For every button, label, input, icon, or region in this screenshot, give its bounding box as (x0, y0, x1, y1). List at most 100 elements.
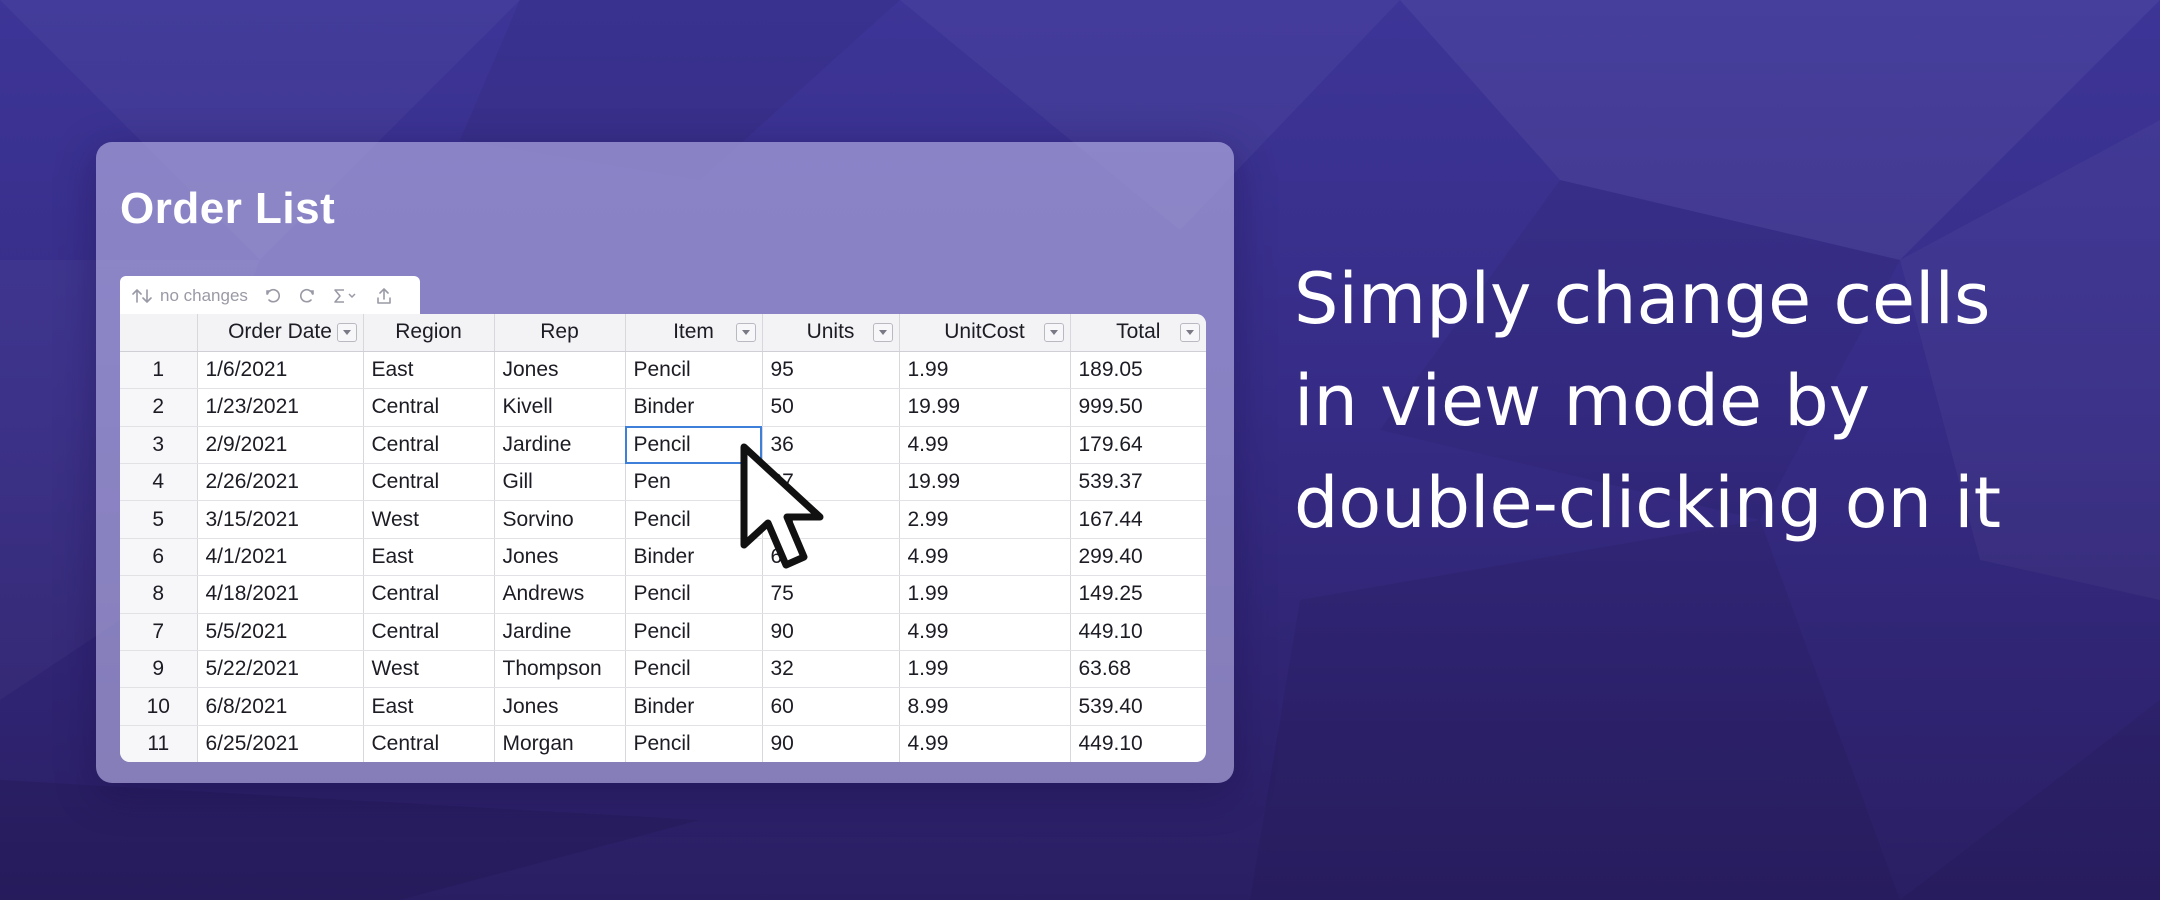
cell-rep[interactable]: Jones (494, 687, 626, 726)
column-header-item[interactable]: Item (625, 314, 763, 352)
cell-item[interactable]: Pencil (625, 575, 763, 614)
status-text: no changes (160, 286, 248, 305)
cell-item[interactable]: Pencil (625, 725, 763, 762)
column-header-label: Region (395, 320, 462, 344)
cell-order-date[interactable]: 6/8/2021 (197, 687, 364, 726)
cell-total[interactable]: 539.40 (1070, 687, 1206, 726)
cell-rep[interactable]: Gill (494, 463, 626, 502)
cell-item[interactable]: Pencil (625, 650, 763, 689)
filter-dropdown-icon[interactable] (735, 323, 756, 342)
cell-region[interactable]: West (363, 500, 495, 539)
cell-region[interactable]: Central (363, 388, 495, 427)
filter-dropdown-icon[interactable] (1180, 323, 1200, 342)
changes-status[interactable]: no changes (132, 286, 248, 306)
filter-dropdown-icon[interactable] (872, 323, 893, 342)
aggregate-button[interactable] (332, 287, 360, 305)
column-header-label: Order Date (228, 320, 332, 344)
cell-units[interactable]: 95 (762, 351, 900, 390)
row-number: 11 (120, 725, 198, 762)
cell-total[interactable]: 449.10 (1070, 613, 1206, 652)
cell-units[interactable]: 60 (762, 687, 900, 726)
cell-total[interactable]: 539.37 (1070, 463, 1206, 502)
cell-units[interactable]: 90 (762, 613, 900, 652)
cell-rep[interactable]: Jardine (494, 613, 626, 652)
cell-unitcost[interactable]: 19.99 (899, 388, 1071, 427)
cell-total[interactable]: 179.64 (1070, 426, 1206, 465)
cell-rep[interactable]: Jones (494, 351, 626, 390)
cell-unitcost[interactable]: 1.99 (899, 351, 1071, 390)
cell-order-date[interactable]: 5/22/2021 (197, 650, 364, 689)
cell-total[interactable]: 149.25 (1070, 575, 1206, 614)
column-header-label: Rep (540, 320, 579, 344)
cell-order-date[interactable]: 3/15/2021 (197, 500, 364, 539)
cell-rep[interactable]: Andrews (494, 575, 626, 614)
cell-rep[interactable]: Jones (494, 538, 626, 577)
cell-unitcost[interactable]: 8.99 (899, 687, 1071, 726)
cell-total[interactable]: 449.10 (1070, 725, 1206, 762)
column-header-rep[interactable]: Rep (494, 314, 626, 352)
row-number: 7 (120, 613, 198, 652)
cell-total[interactable]: 167.44 (1070, 500, 1206, 539)
cell-units[interactable]: 75 (762, 575, 900, 614)
cell-unitcost[interactable]: 4.99 (899, 538, 1071, 577)
cell-region[interactable]: Central (363, 463, 495, 502)
cell-unitcost[interactable]: 1.99 (899, 650, 1071, 689)
cell-item[interactable]: Pencil (625, 351, 763, 390)
cell-order-date[interactable]: 1/23/2021 (197, 388, 364, 427)
table-row: 42/26/2021CentralGillPen2719.99539.37 (120, 463, 1206, 502)
table-row: 53/15/2021WestSorvinoPencil562.99167.44 (120, 500, 1206, 539)
filter-dropdown-icon[interactable] (336, 323, 357, 342)
cell-order-date[interactable]: 4/18/2021 (197, 575, 364, 614)
cell-region[interactable]: East (363, 538, 495, 577)
cell-region[interactable]: West (363, 650, 495, 689)
cell-rep[interactable]: Kivell (494, 388, 626, 427)
panel-title: Order List (120, 184, 336, 233)
cell-order-date[interactable]: 4/1/2021 (197, 538, 364, 577)
cell-rep[interactable]: Sorvino (494, 500, 626, 539)
column-header-label: Item (673, 320, 714, 344)
cell-item[interactable]: Binder (625, 687, 763, 726)
redo-button[interactable] (298, 287, 316, 305)
cell-region[interactable]: Central (363, 613, 495, 652)
cell-unitcost[interactable]: 4.99 (899, 725, 1071, 762)
cell-region[interactable]: Central (363, 575, 495, 614)
cell-unitcost[interactable]: 2.99 (899, 500, 1071, 539)
cell-region[interactable]: East (363, 351, 495, 390)
cell-total[interactable]: 999.50 (1070, 388, 1206, 427)
feature-tagline: Simply change cells in view mode by doub… (1294, 248, 2114, 554)
cell-order-date[interactable]: 2/9/2021 (197, 426, 364, 465)
cell-units[interactable]: 50 (762, 388, 900, 427)
column-header-region[interactable]: Region (363, 314, 495, 352)
cell-order-date[interactable]: 2/26/2021 (197, 463, 364, 502)
cell-item[interactable]: Binder (625, 388, 763, 427)
cell-order-date[interactable]: 5/5/2021 (197, 613, 364, 652)
cell-unitcost[interactable]: 19.99 (899, 463, 1071, 502)
filter-dropdown-icon[interactable] (1043, 323, 1064, 342)
cell-total[interactable]: 299.40 (1070, 538, 1206, 577)
table-row: 9 5/22/2021 West Thompson Pencil 32 1.99 63.68 (120, 650, 1206, 689)
redo-icon (298, 287, 316, 305)
cell-unitcost[interactable]: 1.99 (899, 575, 1071, 614)
cell-region[interactable]: East (363, 687, 495, 726)
cell-region[interactable]: Central (363, 426, 495, 465)
undo-button[interactable] (264, 287, 282, 305)
cell-region[interactable]: Central (363, 725, 495, 762)
cell-order-date[interactable]: 6/25/2021 (197, 725, 364, 762)
cell-unitcost[interactable]: 4.99 (899, 426, 1071, 465)
cell-units[interactable]: 90 (762, 725, 900, 762)
column-header-order-date[interactable]: Order Date (197, 314, 364, 352)
cell-unitcost[interactable]: 4.99 (899, 613, 1071, 652)
column-header-units[interactable]: Units (762, 314, 900, 352)
column-header-unitcost[interactable]: UnitCost (899, 314, 1071, 352)
export-button[interactable] (376, 287, 392, 305)
tagline-line-2: in view mode by (1294, 360, 1871, 442)
column-header-total[interactable]: Total (1070, 314, 1206, 352)
cell-units[interactable]: 32 (762, 650, 900, 689)
cell-total[interactable]: 63.68 (1070, 650, 1206, 689)
cell-rep[interactable]: Jardine (494, 426, 626, 465)
cell-rep[interactable]: Thompson (494, 650, 626, 689)
cell-rep[interactable]: Morgan (494, 725, 626, 762)
cell-total[interactable]: 189.05 (1070, 351, 1206, 390)
cell-item[interactable]: Pencil (625, 613, 763, 652)
cell-order-date[interactable]: 1/6/2021 (197, 351, 364, 390)
